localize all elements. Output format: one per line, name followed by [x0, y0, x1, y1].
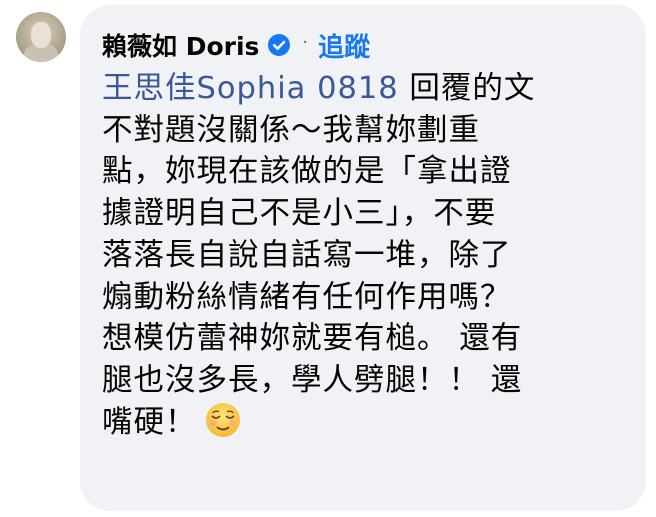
commenter-avatar[interactable] [16, 12, 66, 62]
mention-link[interactable]: 王思佳Sophia 0818 [102, 71, 399, 106]
comment-line-8: 腿也沒多長，學人劈腿！！ 還 [102, 362, 523, 398]
comment-author-name[interactable]: 賴薇如 Doris [102, 27, 259, 63]
comment-body: 王思佳Sophia 0818 回覆的文 不對題沒關係～我幫妳劃重 點，妳現在該做… [102, 68, 632, 443]
comment-line-9: 嘴硬！ [102, 402, 632, 444]
comment-line-1: 王思佳Sophia 0818 回覆的文 [102, 68, 632, 110]
comment-line-5: 落落長自說自話寫一堆，除了 [102, 237, 512, 273]
comment-text: 回覆的文 [398, 71, 536, 106]
comment-header: 賴薇如 Doris · 追蹤 [102, 25, 632, 65]
avatar-photo-face [31, 22, 51, 48]
verified-badge-icon [268, 34, 291, 56]
comment-line-2: 不對題沒關係～我幫妳劃重 [102, 112, 480, 148]
comment-text-last: 嘴硬！ [102, 404, 197, 440]
relieved-face-emoji-icon [205, 402, 241, 438]
separator-dot: · [302, 31, 309, 53]
comment-line-4: 據證明自己不是小三」，不要 [102, 196, 497, 232]
comment-line-7: 想模仿蕾神妳就要有槌。 還有 [102, 321, 523, 357]
comment-line-6: 煽動粉絲情緒有任何作用嗎？ [102, 279, 512, 315]
follow-button[interactable]: 追蹤 [318, 27, 370, 64]
comment-line-3: 點，妳現在該做的是「拿出證 [102, 154, 512, 190]
comment-bubble: 賴薇如 Doris · 追蹤 王思佳Sophia 0818 回覆的文 不對題沒關… [80, 5, 646, 511]
